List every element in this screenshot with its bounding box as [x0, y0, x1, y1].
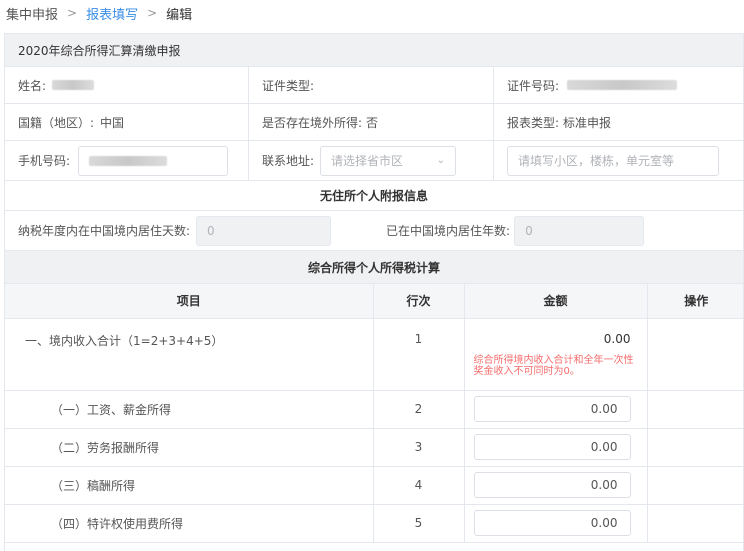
row-line-number: 3	[373, 428, 465, 467]
amount-input[interactable]: 0.00	[473, 434, 631, 460]
residence-days-label: 纳税年度内在中国境内居住天数:	[18, 224, 191, 238]
phone-input[interactable]	[78, 145, 229, 176]
row-item-label: （二）劳务报酬所得	[5, 428, 374, 467]
row-action-cell	[647, 390, 743, 429]
overseas-cell: 是否存在境外所得: 否	[249, 104, 494, 140]
row-amount-cell: 0.00	[464, 466, 648, 505]
row-amount-cell: 0.00 综合所得境内收入合计和全年一次性奖金收入不可同时为0。	[464, 318, 648, 391]
row-line-number: 5	[373, 504, 465, 543]
row-amount-cell: 0.00	[464, 504, 648, 543]
column-header-item: 项目	[5, 284, 374, 319]
row-line-number: 4	[373, 466, 465, 505]
residence-years-label: 已在中国境内居住年数:	[386, 224, 511, 238]
address-detail-placeholder: 请填写小区，楼栋，单元室等	[518, 154, 675, 168]
nationality-label: 国籍（地区）:	[18, 115, 95, 130]
row-action-cell	[647, 318, 743, 391]
chevron-down-icon: ⌄	[436, 155, 446, 166]
name-cell: 姓名:	[5, 67, 249, 103]
row-action-cell	[647, 466, 743, 505]
table-row: （三）稿酬所得 4 0.00	[5, 466, 743, 505]
name-label: 姓名:	[18, 78, 47, 93]
address-detail-cell: 请填写小区，楼栋，单元室等	[494, 141, 743, 180]
table-row: （一）工资、薪金所得 2 0.00	[5, 390, 743, 429]
nonresident-row: 纳税年度内在中国境内居住天数: 0 已在中国境内居住年数: 0	[5, 211, 743, 251]
row-amount-cell: 0.00	[464, 428, 648, 467]
table-row: （四）特许权使用费所得 5 0.00	[5, 504, 743, 543]
row-item-label: 一、境内收入合计（1=2+3+4+5）	[5, 318, 374, 391]
address-label: 联系地址:	[262, 154, 315, 168]
residence-years-input[interactable]: 0	[514, 215, 645, 246]
row-action-cell	[647, 504, 743, 543]
report-type-value: 标准申报	[563, 115, 612, 130]
tax-calc-table: 项目 行次 金额 操作 一、境内收入合计（1=2+3+4+5） 1 0.00 综…	[5, 284, 743, 543]
amount-warning-message: 综合所得境内收入合计和全年一次性奖金收入不可同时为0。	[473, 354, 634, 377]
column-header-amount: 金额	[464, 284, 648, 319]
table-header-row: 项目 行次 金额 操作	[5, 284, 743, 319]
chevron-right-icon: >	[147, 6, 158, 20]
residence-days-cell: 纳税年度内在中国境内居住天数: 0	[5, 211, 364, 250]
row-item-label: （三）稿酬所得	[5, 466, 374, 505]
breadcrumb: 集中申报 > 报表填写 > 编辑	[6, 3, 192, 23]
residence-years-cell: 已在中国境内居住年数: 0	[364, 211, 743, 250]
table-row: 一、境内收入合计（1=2+3+4+5） 1 0.00 综合所得境内收入合计和全年…	[5, 318, 743, 391]
column-header-line: 行次	[373, 284, 465, 319]
phone-value-redacted	[89, 155, 168, 166]
id-type-cell: 证件类型:	[249, 67, 494, 103]
nationality-cell: 国籍（地区）: 中国	[5, 104, 249, 140]
declaration-form: 2020年综合所得汇算清缴申报 姓名: 证件类型: 证件号码: 国籍（地区）: …	[4, 33, 744, 551]
identity-row: 姓名: 证件类型: 证件号码:	[5, 67, 743, 104]
name-value-redacted	[52, 80, 95, 90]
nonresident-section-title: 无住所个人附报信息	[5, 181, 743, 211]
residence-days-input[interactable]: 0	[196, 215, 332, 246]
amount-input[interactable]: 0.00	[473, 510, 631, 536]
id-number-value-redacted	[567, 80, 678, 90]
id-type-label: 证件类型:	[262, 78, 315, 93]
row-action-cell	[647, 428, 743, 467]
chevron-right-icon: >	[67, 6, 78, 20]
breadcrumb-item-report-fill[interactable]: 报表填写	[86, 4, 138, 23]
residence-days-value: 0	[207, 223, 215, 238]
address-detail-input[interactable]: 请填写小区，楼栋，单元室等	[507, 145, 719, 176]
id-number-cell: 证件号码:	[494, 67, 743, 103]
info-row: 国籍（地区）: 中国 是否存在境外所得: 否 报表类型: 标准申报	[5, 104, 743, 141]
phone-label: 手机号码:	[18, 154, 71, 168]
amount-input[interactable]: 0.00	[473, 472, 631, 498]
residence-years-value: 0	[525, 223, 533, 238]
row-amount-value: 0.00	[603, 331, 631, 346]
report-type-label: 报表类型:	[507, 115, 560, 130]
id-number-label: 证件号码:	[507, 78, 560, 93]
overseas-value: 否	[366, 115, 379, 130]
amount-input[interactable]: 0.00	[473, 396, 631, 422]
contact-row: 手机号码: 联系地址: 请选择省市区 ⌄ 请填写小区，楼栋，单元室等	[5, 141, 743, 181]
row-item-label: （四）特许权使用费所得	[5, 504, 374, 543]
report-type-cell: 报表类型: 标准申报	[494, 104, 743, 140]
row-line-number: 2	[373, 390, 465, 429]
phone-cell: 手机号码:	[5, 141, 249, 180]
table-row: （二）劳务报酬所得 3 0.00	[5, 428, 743, 467]
breadcrumb-item-batch-declare[interactable]: 集中申报	[6, 4, 58, 23]
nationality-value: 中国	[100, 115, 125, 130]
address-region-placeholder: 请选择省市区	[331, 154, 404, 168]
row-item-label: （一）工资、薪金所得	[5, 390, 374, 429]
tax-calc-section-title: 综合所得个人所得税计算	[5, 251, 743, 284]
address-region-select[interactable]: 请选择省市区 ⌄	[320, 145, 457, 176]
row-line-number: 1	[373, 318, 465, 391]
form-title: 2020年综合所得汇算清缴申报	[5, 34, 743, 67]
address-cell: 联系地址: 请选择省市区 ⌄	[249, 141, 494, 180]
overseas-label: 是否存在境外所得:	[262, 115, 363, 130]
row-amount-cell: 0.00	[464, 390, 648, 429]
column-header-action: 操作	[647, 284, 743, 319]
breadcrumb-item-edit: 编辑	[166, 7, 193, 23]
